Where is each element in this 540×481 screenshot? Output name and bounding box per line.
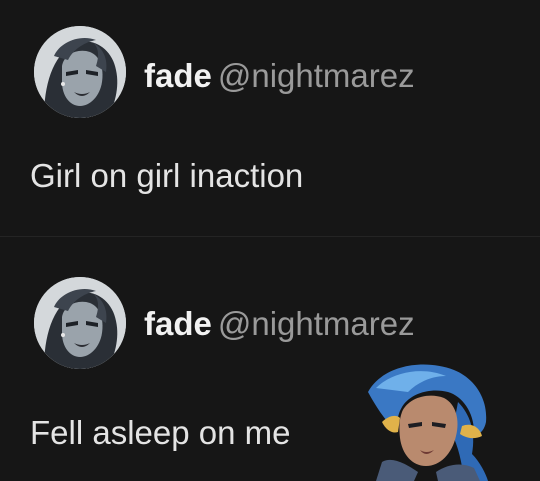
display-name[interactable]: fade	[144, 305, 212, 342]
avatar[interactable]	[34, 277, 126, 369]
post-item: fade @nightmarez Girl on girl inaction	[0, 0, 540, 236]
handle[interactable]: @nightmarez	[218, 57, 415, 94]
avatar[interactable]	[34, 26, 126, 118]
handle[interactable]: @nightmarez	[218, 305, 415, 342]
character-sticker-icon	[362, 362, 490, 481]
avatar-icon	[34, 277, 126, 369]
author-row: fade @nightmarez	[144, 304, 415, 344]
post-item: fade @nightmarez Fell asleep on me	[0, 237, 540, 481]
display-name[interactable]: fade	[144, 57, 212, 94]
post-text: Fell asleep on me	[30, 414, 291, 451]
sticker[interactable]	[362, 362, 490, 481]
avatar-icon	[34, 26, 126, 118]
author-row: fade @nightmarez	[144, 56, 415, 96]
post-text: Girl on girl inaction	[30, 157, 304, 194]
